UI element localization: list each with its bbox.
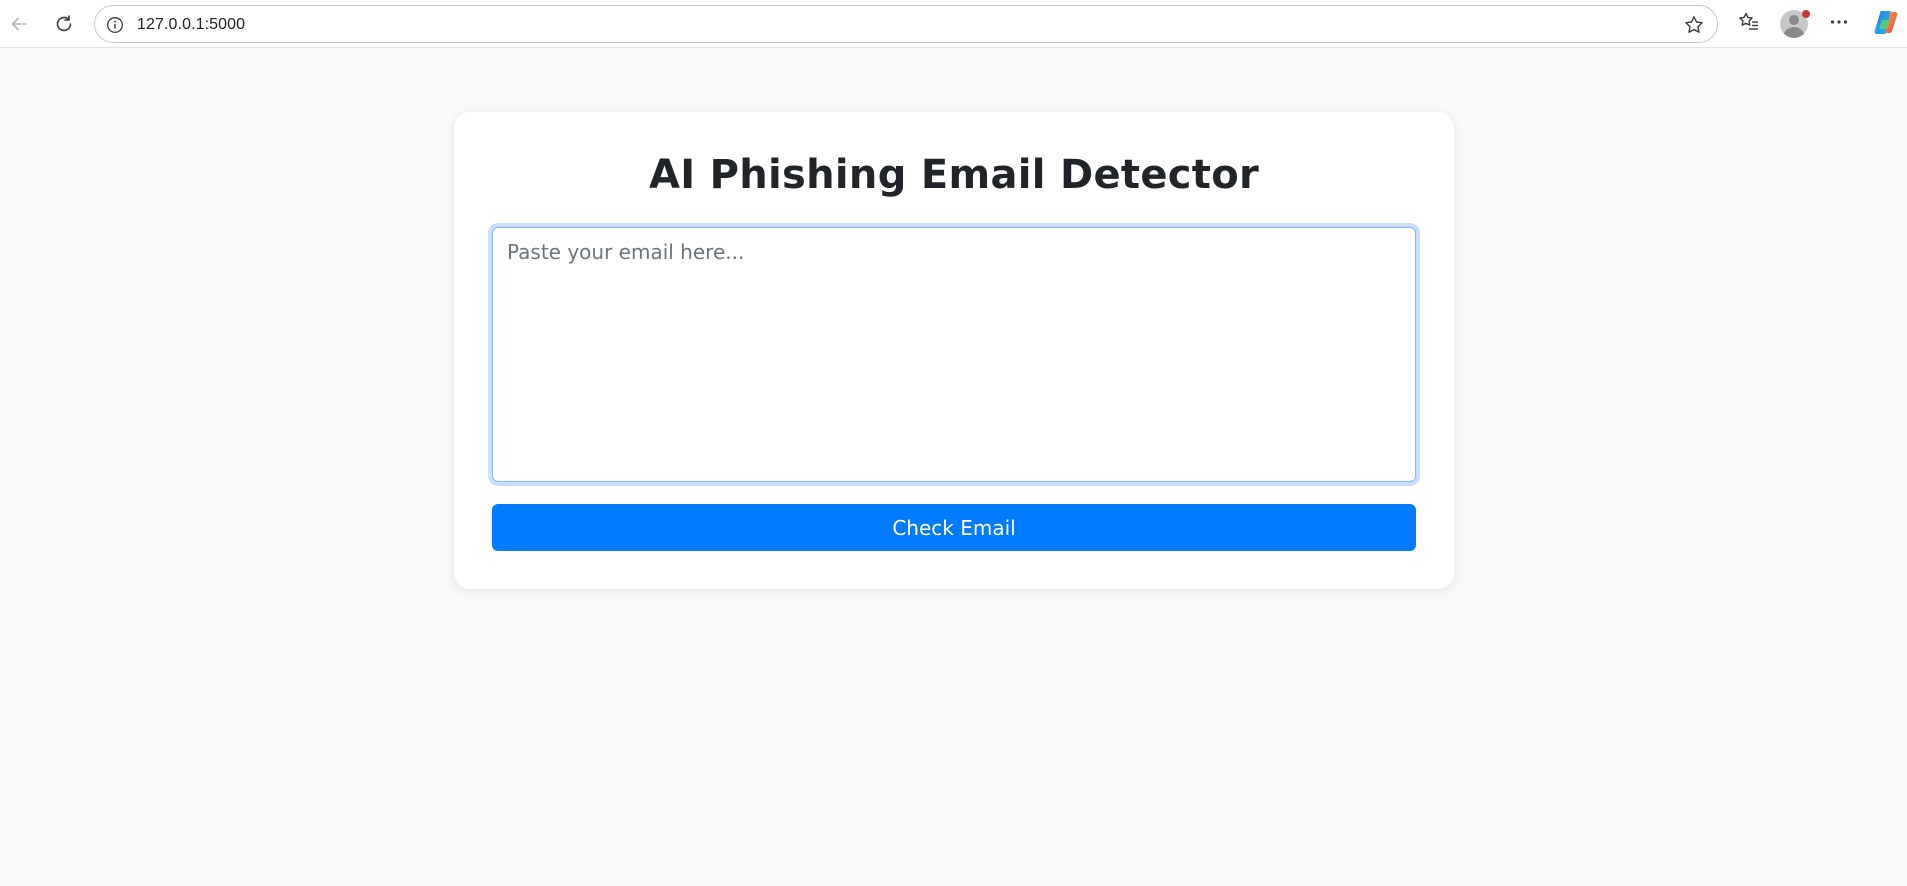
back-arrow-icon [8, 13, 30, 35]
favorites-button[interactable] [1733, 8, 1765, 40]
browser-toolbar: 127.0.0.1:5000 [0, 0, 1907, 48]
reload-button[interactable] [47, 7, 81, 41]
address-bar[interactable]: 127.0.0.1:5000 [94, 5, 1718, 43]
back-button[interactable] [2, 7, 36, 41]
url-text[interactable]: 127.0.0.1:5000 [137, 16, 245, 34]
copilot-button[interactable] [1870, 8, 1902, 40]
reload-icon [53, 13, 75, 35]
check-email-button[interactable]: Check Email [492, 504, 1416, 551]
favorites-list-icon [1737, 10, 1761, 39]
detector-card: AI Phishing Email Detector Check Email [454, 112, 1454, 589]
page-title: AI Phishing Email Detector [648, 152, 1260, 198]
star-icon[interactable] [1683, 14, 1705, 36]
notification-dot [1802, 10, 1810, 18]
more-icon [1828, 11, 1850, 38]
copilot-icon [1872, 8, 1900, 41]
email-input[interactable] [492, 227, 1416, 482]
more-menu-button[interactable] [1823, 8, 1855, 40]
info-icon[interactable] [105, 15, 125, 35]
